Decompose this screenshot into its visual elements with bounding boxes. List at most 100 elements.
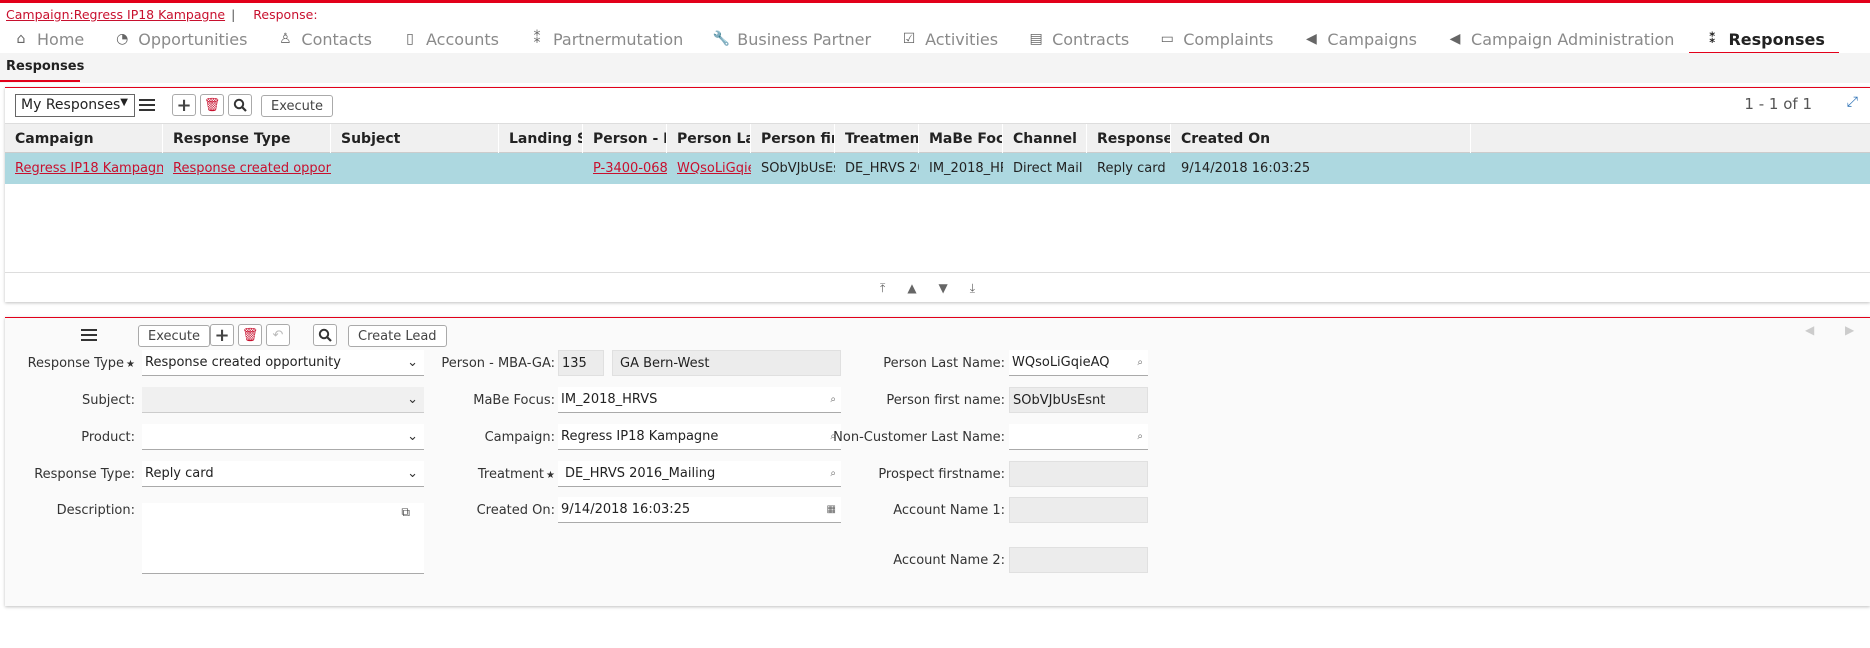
column-header[interactable]: Response Type <box>1087 124 1171 154</box>
nav-tab-accounts[interactable]: ▯ Accounts <box>401 26 499 52</box>
description-textarea[interactable]: ⧉ <box>142 503 424 574</box>
nav-tab-contracts[interactable]: ▤ Contracts <box>1027 26 1129 52</box>
nav-tab-partnermutation[interactable]: ⁑ Partnermutation <box>528 26 683 52</box>
previous-record-icon[interactable]: ▲ <box>907 281 916 296</box>
form-execute-button[interactable]: Execute <box>138 325 210 347</box>
mabe-focus-field[interactable]: IM_2018_HRVS ⌕ <box>558 387 841 413</box>
wrench-icon: 🔧 <box>712 31 730 47</box>
table-cell[interactable]: Response created opportunity <box>163 153 331 184</box>
previous-page-icon[interactable]: ◀ <box>1805 323 1814 337</box>
nav-tab-label: Opportunities <box>138 29 248 49</box>
breadcrumb: Campaign:Regress IP18 Kampagne | Response: <box>6 7 318 22</box>
column-header[interactable]: Landing Site <box>499 124 583 154</box>
product-select[interactable]: ⌄ <box>142 424 424 450</box>
first-record-icon[interactable]: ⤒ <box>880 281 885 296</box>
treatment-field[interactable]: DE_HRVS 2016_Mailing ⌕ <box>558 461 841 487</box>
person-last-name-field[interactable]: WQsoLiGqieAQ ⌕ <box>1009 350 1148 376</box>
section-tab-underline <box>0 80 80 82</box>
responses-icon: ⁑ <box>1708 31 1717 47</box>
column-header[interactable]: MaBe Focus <box>919 124 1003 154</box>
mba-ga-label: Person - MBA-GA: <box>441 356 555 371</box>
pager-count: 1 - 1 of 1 <box>1744 95 1812 113</box>
column-header[interactable]: Treatment <box>835 124 919 154</box>
nav-tab-home[interactable]: ⌂ Home <box>12 26 85 52</box>
prospect-firstname-field <box>1009 461 1148 487</box>
nav-tab-campaigns[interactable]: ◀ Campaigns <box>1302 26 1417 52</box>
building-icon: ▯ <box>406 31 414 47</box>
breadcrumb-campaign-link[interactable]: Campaign:Regress IP18 Kampagne <box>6 7 225 22</box>
column-header[interactable]: Response Type <box>163 124 331 154</box>
column-header[interactable]: Subject <box>331 124 499 154</box>
nav-tab-campaign-administration[interactable]: ◀ Campaign Administration <box>1446 26 1675 52</box>
created-on-field[interactable]: 9/14/2018 16:03:25 ▦ <box>558 497 841 523</box>
nav-tab-activities[interactable]: ☑ Activities <box>900 26 998 52</box>
non-customer-last-name-field[interactable]: ⌕ <box>1009 424 1148 450</box>
undo-icon: ↶ <box>272 327 284 343</box>
search-button[interactable] <box>228 94 252 116</box>
nav-tab-label: Contacts <box>301 29 373 49</box>
breadcrumb-response[interactable]: Response: <box>253 7 317 22</box>
partnermutation-icon: ⁑ <box>533 31 541 47</box>
hamburger-menu-icon[interactable] <box>136 94 158 116</box>
caret-down-icon: ▼ <box>120 97 128 108</box>
table-cell[interactable]: Regress IP18 Kampagne <box>5 153 163 184</box>
add-button[interactable]: + <box>172 94 196 116</box>
lookup-icon[interactable]: ⌕ <box>1137 350 1143 375</box>
form-add-button[interactable]: + <box>210 324 234 346</box>
nav-tab-business-partner[interactable]: 🔧 Business Partner <box>712 26 872 52</box>
table-cell: DE_HRVS 20... <box>845 161 919 176</box>
search-icon <box>318 328 332 342</box>
table-cell <box>331 153 499 184</box>
lookup-icon[interactable]: ⌕ <box>1137 424 1143 449</box>
query-select[interactable]: My Responses ▼ <box>15 94 135 117</box>
plus-icon: + <box>176 94 192 116</box>
table-cell[interactable]: P-3400-0680 <box>583 153 667 184</box>
account-name-1-field <box>1009 497 1148 523</box>
hamburger-menu-icon[interactable] <box>78 324 100 346</box>
trash-icon: 🗑 <box>241 327 259 343</box>
nav-tab-label: Campaign Administration <box>1471 29 1675 49</box>
undo-button[interactable]: ↶ <box>266 324 290 346</box>
created-on-label: Created On: <box>476 503 555 518</box>
nav-tab-label: Activities <box>925 29 999 49</box>
table-cell: Direct Mail <box>1013 161 1083 176</box>
nav-tab-complaints[interactable]: ▭ Complaints <box>1158 26 1274 52</box>
nav-tab-contacts[interactable]: ♙ Contacts <box>276 26 372 52</box>
create-lead-button[interactable]: Create Lead <box>348 325 447 347</box>
table-cell[interactable]: WQsoLiGqieAQ <box>667 153 751 184</box>
nav-tab-responses[interactable]: ⁑ Responses <box>1689 26 1840 55</box>
home-icon: ⌂ <box>16 31 26 47</box>
top-accent-line <box>0 0 1870 3</box>
nav-tab-opportunities[interactable]: ◔ Opportunities <box>113 26 247 52</box>
section-tab-bar <box>0 53 1870 83</box>
table-row[interactable]: Regress IP18 Kampagne Response created op… <box>5 153 1870 184</box>
response-type-label: Response Type ★ <box>27 356 135 371</box>
column-header[interactable]: Channel <box>1003 124 1087 154</box>
form-delete-button[interactable]: 🗑 <box>238 324 262 346</box>
next-record-icon[interactable]: ▼ <box>939 281 948 296</box>
last-record-icon[interactable]: ⤓ <box>970 281 975 296</box>
column-header[interactable]: Created On <box>1171 124 1471 154</box>
section-tab-responses[interactable]: Responses <box>6 59 84 74</box>
column-header[interactable]: Person - Partne <box>583 124 667 154</box>
next-page-icon[interactable]: ▶ <box>1845 323 1854 337</box>
column-header[interactable]: Person Last Na <box>667 124 751 154</box>
campaign-field[interactable]: Regress IP18 Kampagne ⌕ <box>558 424 841 450</box>
subject-select[interactable]: ⌄ <box>142 387 424 413</box>
required-star-icon: ★ <box>126 359 135 370</box>
delete-button[interactable]: 🗑 <box>200 94 224 116</box>
response-type2-select[interactable]: Reply card ⌄ <box>142 461 424 487</box>
expand-icon[interactable]: ⤢ <box>1847 94 1858 110</box>
subject-label: Subject: <box>82 393 135 408</box>
plus-icon: + <box>214 324 230 346</box>
main-nav: ⌂ Home ◔ Opportunities ♙ Contacts ▯ Accounts ⁑ Pa… <box>12 26 1854 55</box>
treatment-label: Treatment ★ <box>477 467 555 482</box>
response-detail-panel: Execute + 🗑 ↶ Create Lead ◀ ▶ Response T… <box>5 317 1870 606</box>
account-name-2-label: Account Name 2: <box>893 553 1005 568</box>
column-header[interactable]: Campaign <box>5 124 163 154</box>
execute-button[interactable]: Execute <box>261 95 333 117</box>
table-cell: Reply card <box>1097 161 1166 176</box>
response-type-select[interactable]: Response created opportunity ⌄ <box>142 350 424 376</box>
form-search-button[interactable] <box>313 324 337 346</box>
column-header[interactable]: Person first nar <box>751 124 835 154</box>
